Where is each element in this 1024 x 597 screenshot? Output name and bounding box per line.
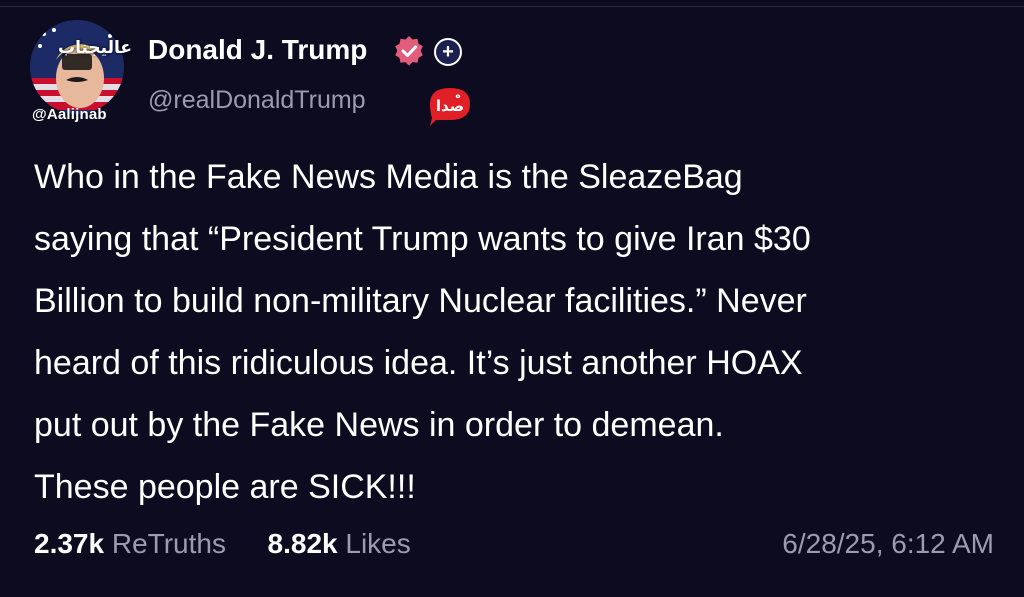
likes-stat[interactable]: 8.82k Likes — [260, 528, 411, 559]
plus-circle-icon: + — [434, 38, 462, 66]
post-line: Who in the Fake News Media is the Sleaze… — [34, 158, 743, 196]
post-line: put out by the Fake News in order to dem… — [34, 406, 724, 444]
svg-text:ه: ه — [455, 91, 460, 101]
post-line: heard of this ridiculous idea. It’s just… — [34, 344, 803, 382]
post-line: These people are SICK!!! — [34, 468, 416, 506]
avatar[interactable] — [30, 20, 124, 114]
watermark-handle: @Aalijnab — [32, 106, 107, 123]
post-line: Billion to build non-military Nuclear fa… — [34, 282, 807, 320]
likes-label: Likes — [345, 528, 411, 559]
post-line: saying that “President Trump wants to gi… — [34, 220, 811, 258]
user-handle[interactable]: @realDonaldTrump — [148, 86, 366, 115]
watermark-logo-text: عالیجناب — [58, 38, 132, 58]
verified-badge-icon — [395, 36, 423, 66]
post-stats: 2.37k ReTruths 8.82k Likes — [34, 528, 411, 560]
display-name[interactable]: Donald J. Trump — [148, 34, 367, 66]
top-divider — [0, 6, 1024, 7]
post-body: Who in the Fake News Media is the Sleaze… — [34, 146, 999, 518]
avatar-image — [30, 20, 124, 114]
likes-count: 8.82k — [267, 528, 338, 559]
post-timestamp[interactable]: 6/28/25, 6:12 AM — [782, 528, 994, 560]
retruths-count: 2.37k — [34, 528, 105, 559]
retruths-label: ReTruths — [111, 528, 226, 559]
sada-news-logo: صدا ه — [430, 88, 470, 126]
retruths-stat[interactable]: 2.37k ReTruths — [34, 528, 234, 559]
